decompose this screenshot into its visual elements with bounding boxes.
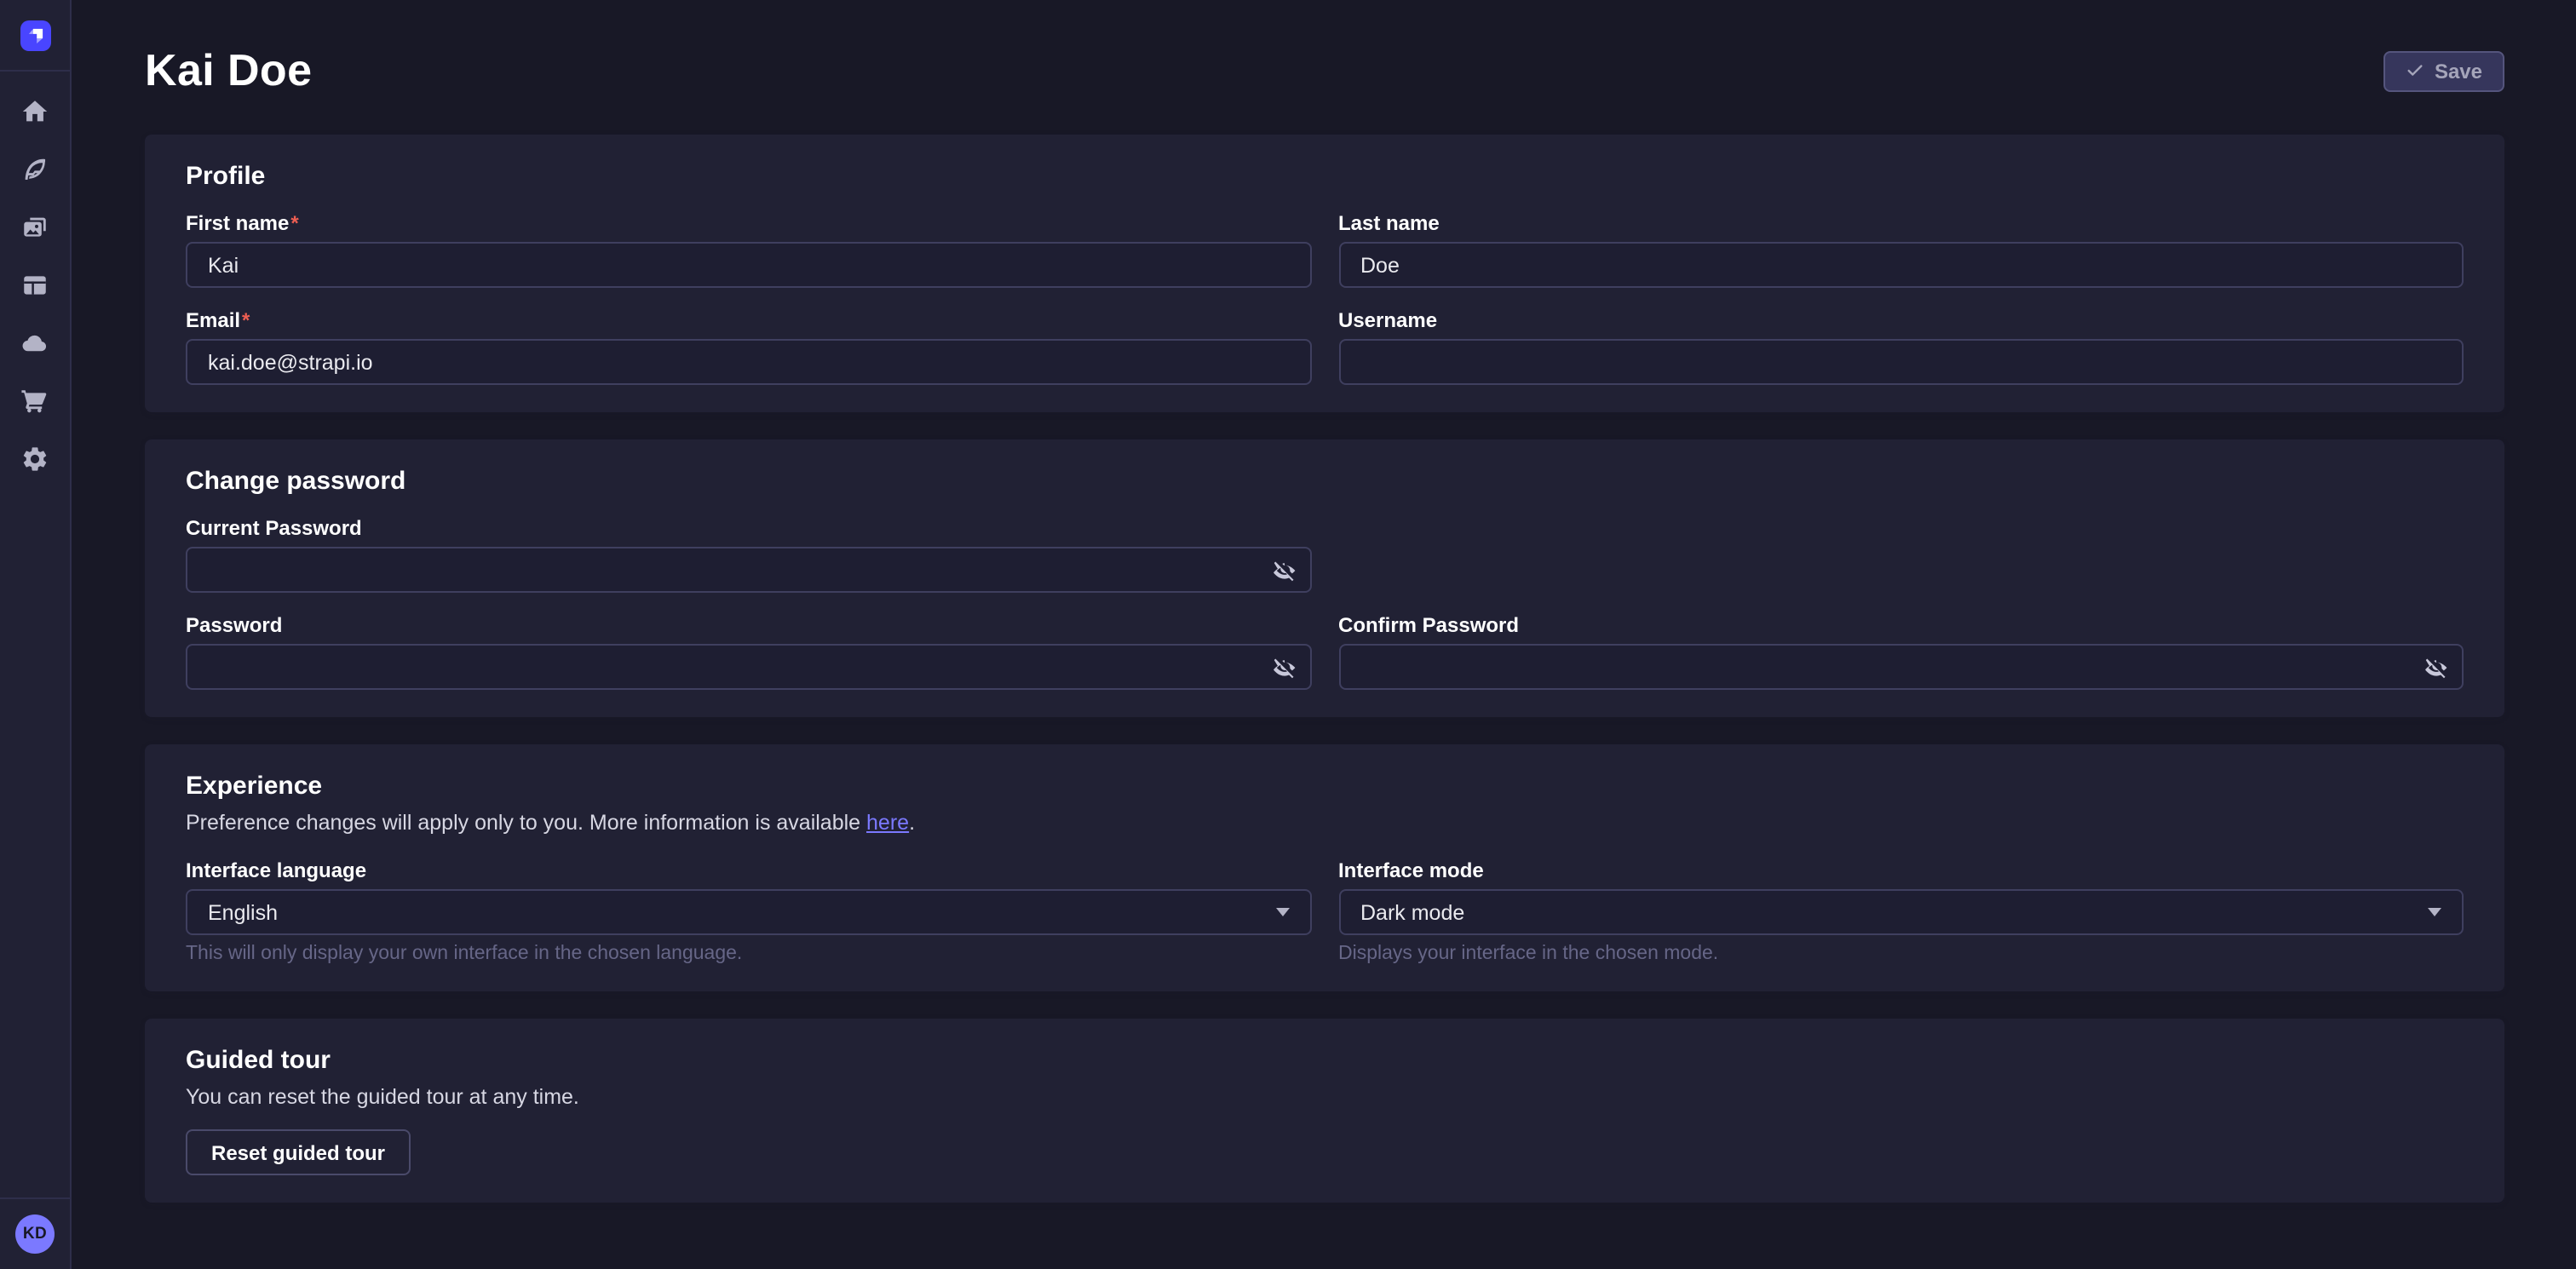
change-password-card: Change password Current Password	[145, 439, 2504, 717]
reset-guided-tour-button[interactable]: Reset guided tour	[186, 1129, 411, 1175]
eye-off-icon	[1272, 558, 1296, 582]
interface-mode-label: Interface mode	[1338, 858, 2464, 882]
app-viewport: KD Kai Doe Save Profile First name*	[0, 0, 2576, 1269]
avatar[interactable]: KD	[15, 1214, 55, 1254]
guided-tour-card: Guided tour You can reset the guided tou…	[145, 1019, 2504, 1203]
more-information-link[interactable]: here	[866, 811, 909, 835]
first-name-label: First name*	[186, 211, 1311, 235]
check-icon	[2406, 61, 2424, 80]
main-content: Kai Doe Save Profile First name* Last na…	[72, 0, 2576, 1269]
save-button[interactable]: Save	[2383, 50, 2504, 91]
interface-mode-value: Dark mode	[1360, 900, 1464, 924]
username-field: Username	[1338, 308, 2464, 385]
change-password-card-title: Change password	[186, 467, 2464, 496]
chevron-down-icon	[1275, 908, 1289, 916]
interface-language-value: English	[208, 900, 278, 924]
email-input[interactable]	[186, 339, 1311, 385]
confirm-password-input-wrap	[1338, 644, 2464, 690]
sidebar-nav	[0, 95, 70, 474]
new-password-label: Password	[186, 613, 1311, 637]
sidebar-item-cloud[interactable]	[20, 327, 50, 358]
last-name-input[interactable]	[1338, 242, 2464, 288]
page-header: Kai Doe Save	[145, 44, 2504, 97]
cart-icon	[20, 386, 49, 415]
sidebar-divider	[0, 70, 70, 72]
first-name-field: First name*	[186, 211, 1311, 288]
profile-card-title: Profile	[186, 162, 2464, 191]
toggle-new-password-visibility-button[interactable]	[1272, 655, 1296, 679]
strapi-logo[interactable]	[20, 20, 50, 51]
current-password-input[interactable]	[186, 547, 1311, 593]
interface-language-hint: This will only display your own interfac…	[186, 944, 1311, 964]
gear-icon	[20, 444, 49, 473]
profile-card: Profile First name* Last name Email* Use…	[145, 135, 2504, 412]
toggle-current-password-visibility-button[interactable]	[1272, 558, 1296, 582]
experience-description: Preference changes will apply only to yo…	[186, 811, 2464, 835]
layout-icon	[20, 270, 49, 299]
experience-grid: Interface language English This will onl…	[186, 858, 2464, 964]
required-mark: *	[242, 308, 250, 332]
save-button-label: Save	[2435, 59, 2482, 83]
confirm-password-label: Confirm Password	[1338, 613, 2464, 637]
last-name-field: Last name	[1338, 211, 2464, 288]
interface-language-field: Interface language English This will onl…	[186, 858, 1311, 964]
interface-mode-hint: Displays your interface in the chosen mo…	[1338, 944, 2464, 964]
email-field: Email*	[186, 308, 1311, 385]
interface-language-select[interactable]: English	[186, 889, 1311, 935]
interface-mode-field: Interface mode Dark mode Displays your i…	[1338, 858, 2464, 964]
sidebar-footer: KD	[0, 1197, 70, 1269]
current-password-input-wrap	[186, 547, 1311, 593]
username-label: Username	[1338, 308, 2464, 332]
sidebar-item-settings[interactable]	[20, 443, 50, 474]
experience-card: Experience Preference changes will apply…	[145, 744, 2504, 991]
current-password-label: Current Password	[186, 516, 1311, 540]
sidebar-item-marketplace[interactable]	[20, 385, 50, 416]
chevron-down-icon	[2428, 908, 2441, 916]
experience-card-title: Experience	[186, 772, 2464, 801]
feather-icon	[20, 154, 49, 183]
sidebar-item-media-library[interactable]	[20, 211, 50, 242]
guided-tour-description: You can reset the guided tour at any tim…	[186, 1085, 2464, 1109]
cloud-icon	[20, 328, 49, 357]
interface-mode-select[interactable]: Dark mode	[1338, 889, 2464, 935]
new-password-field: Password	[186, 613, 1311, 690]
sidebar-footer-divider	[0, 1197, 70, 1199]
new-password-input-wrap	[186, 644, 1311, 690]
sidebar: KD	[0, 0, 72, 1269]
new-password-input[interactable]	[186, 644, 1311, 690]
confirm-password-field: Confirm Password	[1338, 613, 2464, 690]
confirm-password-input[interactable]	[1338, 644, 2464, 690]
password-grid: Current Password Password	[186, 516, 2464, 690]
eye-off-icon	[2424, 655, 2448, 679]
current-password-field: Current Password	[186, 516, 1311, 593]
toggle-confirm-password-visibility-button[interactable]	[2424, 655, 2448, 679]
sidebar-item-home[interactable]	[20, 95, 50, 126]
home-icon	[20, 96, 49, 125]
guided-tour-card-title: Guided tour	[186, 1046, 2464, 1075]
strapi-logo-icon	[20, 20, 50, 51]
sidebar-item-content-manager[interactable]	[20, 153, 50, 184]
sidebar-item-content-type-builder[interactable]	[20, 269, 50, 300]
profile-grid: First name* Last name Email* Username	[186, 211, 2464, 385]
interface-language-label: Interface language	[186, 858, 1311, 882]
email-label: Email*	[186, 308, 1311, 332]
images-icon	[20, 212, 49, 241]
eye-off-icon	[1272, 655, 1296, 679]
username-input[interactable]	[1338, 339, 2464, 385]
page-title: Kai Doe	[145, 44, 312, 97]
last-name-label: Last name	[1338, 211, 2464, 235]
first-name-input[interactable]	[186, 242, 1311, 288]
password-grid-spacer	[1338, 516, 2464, 593]
required-mark: *	[290, 211, 298, 235]
